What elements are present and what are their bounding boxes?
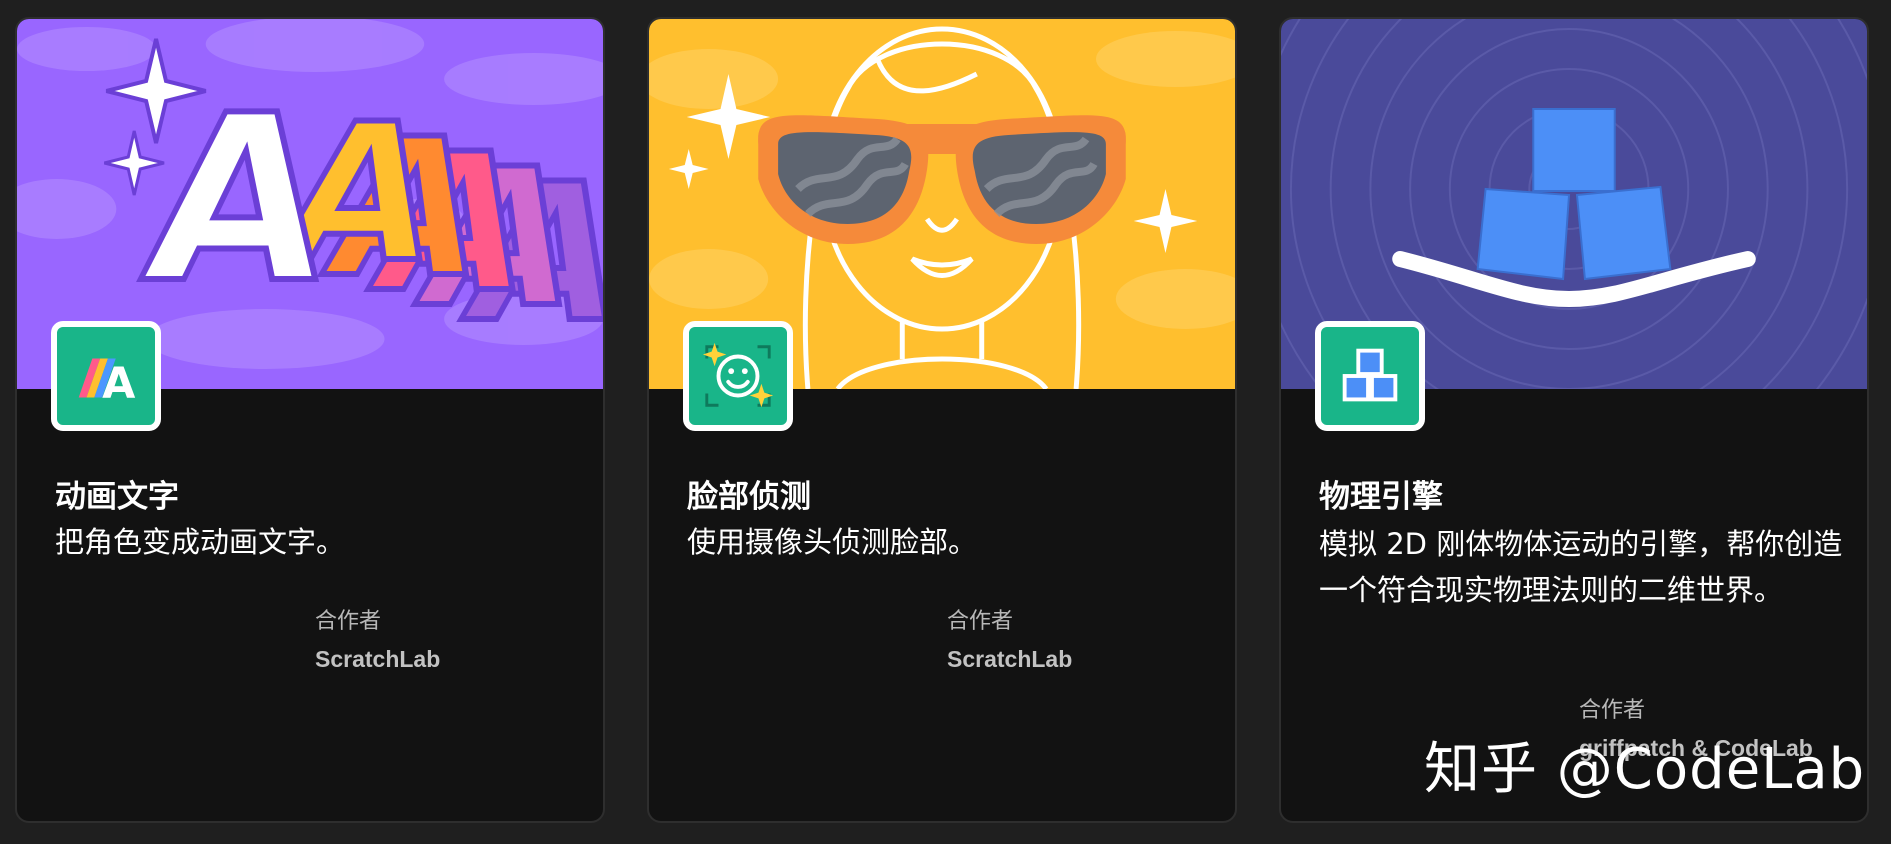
card-title: 物理引擎: [1319, 479, 1443, 515]
card-description: 模拟 2D 刚体物体运动的引擎，帮你创造一个符合现实物理法则的二维世界。: [1319, 527, 1843, 607]
collaborator-label: 合作者: [947, 609, 1014, 634]
collaborator-label: 合作者: [1579, 698, 1646, 723]
collaborator-name: ScratchLab: [947, 646, 1073, 672]
card-description: 把角色变成动画文字。: [55, 525, 346, 559]
collaborator-name: ScratchLab: [315, 646, 441, 672]
collaborator-label: 合作者: [315, 609, 382, 634]
card-title: 动画文字: [55, 479, 179, 515]
svg-text:A: A: [132, 66, 346, 334]
svg-text:A: A: [102, 358, 135, 408]
extension-card-face-sensing[interactable]: 脸部侦测 使用摄像头侦测脸部。 合作者 ScratchLab: [647, 17, 1237, 823]
extension-card-physics-engine[interactable]: 物理引擎 模拟 2D 刚体物体运动的引擎，帮你创造一个符合现实物理法则的二维世界…: [1279, 17, 1869, 823]
watermark: 知乎 @CodeLab: [1424, 737, 1866, 802]
physics-blocks-icon: [1315, 321, 1425, 431]
extension-card-animated-text[interactable]: A A A A A A A 动画文字 把角色变成动画文字。 合作者 Scratc…: [15, 17, 605, 823]
animated-text-icon: A: [51, 321, 161, 431]
face-sensing-icon: [683, 321, 793, 431]
card-description: 使用摄像头侦测脸部。: [687, 525, 978, 559]
card-title: 脸部侦测: [687, 479, 811, 515]
